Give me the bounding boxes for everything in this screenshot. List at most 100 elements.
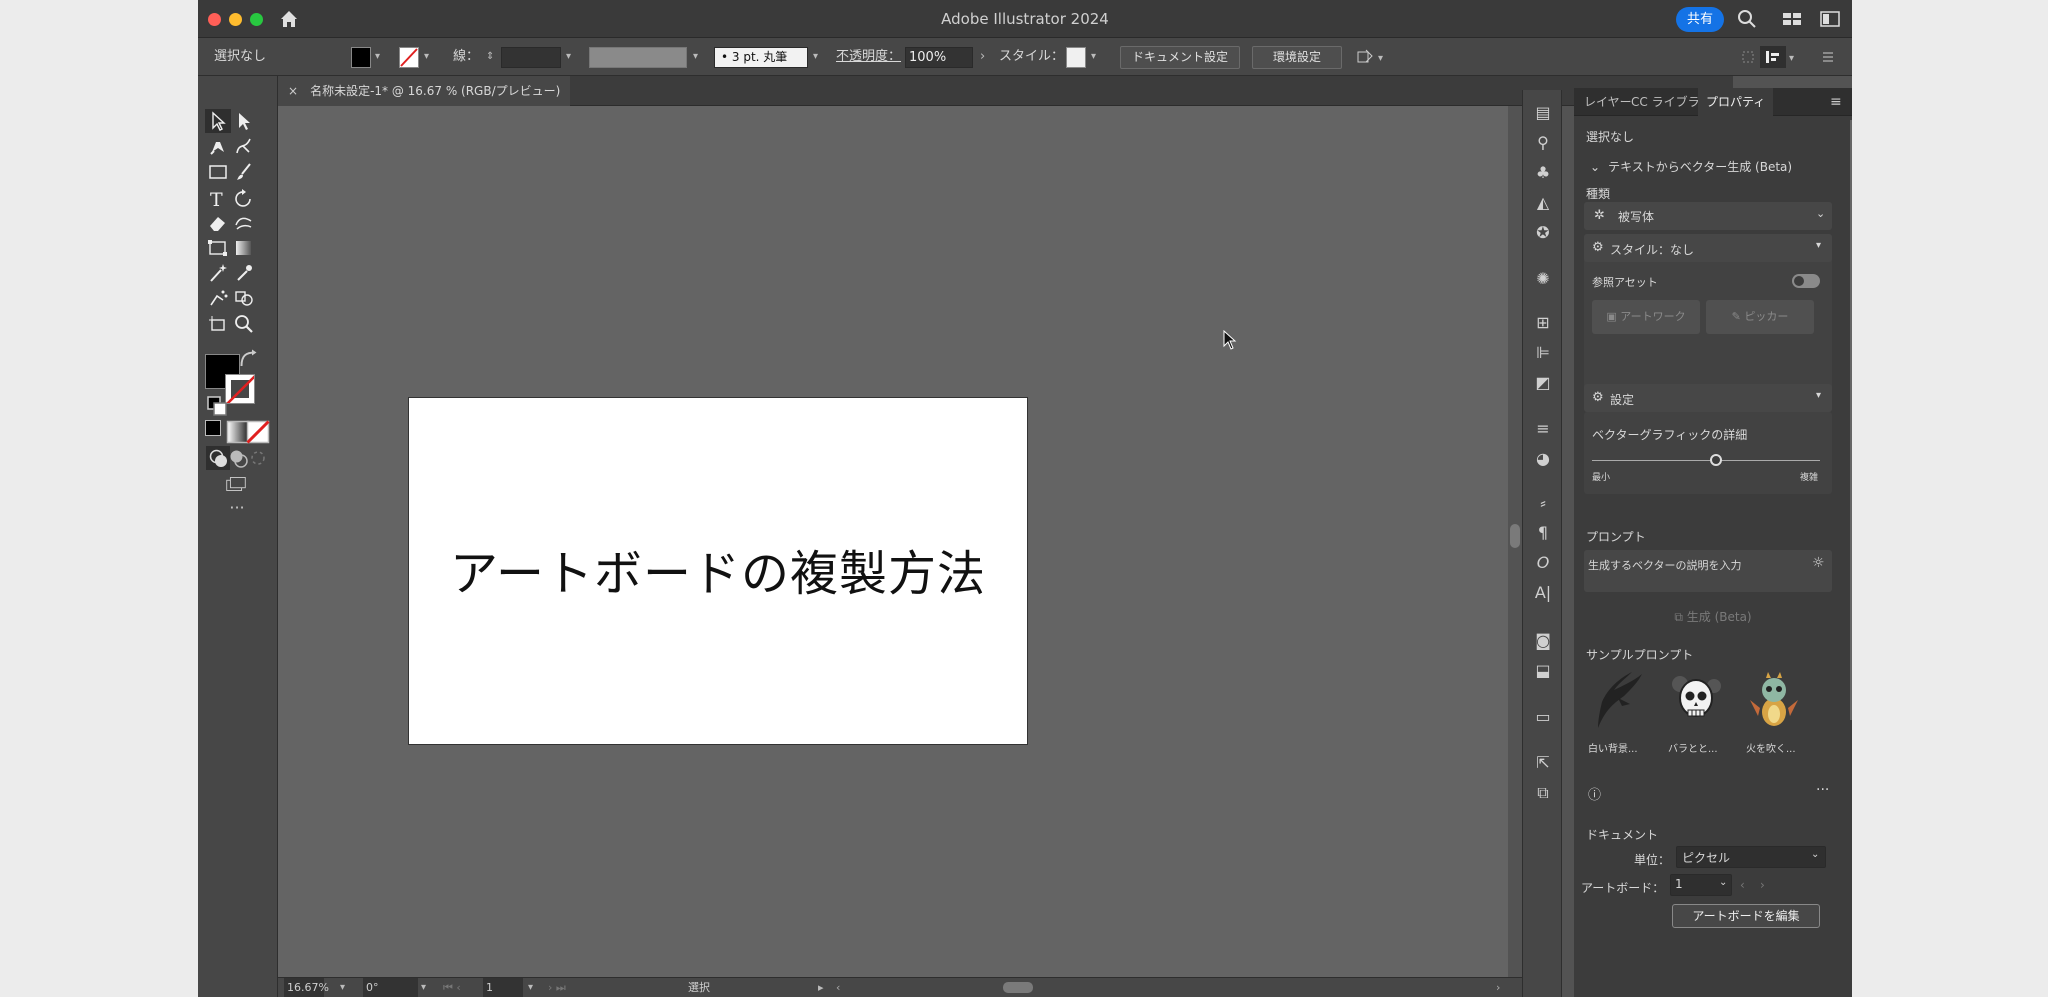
canvas[interactable]: アートボードの複製方法 [278, 106, 1508, 977]
eraser-tool-icon[interactable] [205, 211, 231, 235]
graphic-styles-icon[interactable]: ◭ [1532, 192, 1554, 214]
scrollbar-thumb[interactable] [1510, 524, 1520, 548]
chevron-down-icon[interactable]: ▾ [528, 978, 533, 997]
artboards-panel-icon[interactable]: ⧉ [1532, 782, 1554, 804]
artboard-text[interactable]: アートボードの複製方法 [409, 534, 1027, 604]
more-options-icon[interactable]: ··· [1816, 782, 1829, 798]
export-icon[interactable]: ⇱ [1532, 752, 1554, 774]
paragraph-icon[interactable]: ¶ [1532, 522, 1554, 544]
canvas-vertical-scrollbar[interactable] [1508, 106, 1522, 977]
draw-behind-icon[interactable] [225, 446, 248, 468]
brushes-icon[interactable]: ⸗ [1532, 492, 1554, 514]
symbol-sprayer-tool-icon[interactable] [205, 286, 231, 310]
gradient-tool-icon[interactable] [231, 236, 257, 260]
color-mode-icon[interactable] [205, 420, 221, 436]
artboard-dropdown[interactable]: 1 ⌄ [1670, 874, 1732, 896]
last-artboard-icon[interactable]: › ⏭ [548, 978, 566, 997]
magic-wand-tool-icon[interactable] [205, 261, 231, 285]
appearance-icon[interactable]: ✺ [1532, 268, 1554, 290]
prompt-input[interactable]: 生成するベクターの説明を入力 ☼ [1584, 550, 1832, 592]
panel-layout-icon[interactable] [1819, 9, 1841, 29]
rotation-field[interactable]: 0° [363, 978, 418, 997]
rectangle-tool-icon[interactable] [205, 160, 231, 184]
selection-tool-icon[interactable] [205, 109, 231, 133]
stroke-stepper-icon[interactable]: ⇕ [486, 38, 494, 76]
units-dropdown[interactable]: ピクセル ⌄ [1676, 846, 1826, 868]
artboard[interactable]: アートボードの複製方法 [408, 397, 1028, 745]
align-panel-icon[interactable]: ⊫ [1532, 342, 1554, 364]
share-button[interactable]: 共有 [1676, 7, 1724, 32]
draw-inside-icon[interactable] [245, 446, 265, 465]
direct-selection-tool-icon[interactable] [231, 109, 257, 133]
chevron-down-icon[interactable]: ▾ [340, 978, 345, 997]
symbols-icon[interactable]: ♣ [1532, 162, 1554, 184]
document-tab[interactable]: × 名称未設定-1* @ 16.67 % (RGB/プレビュー) [278, 76, 570, 106]
eyedropper-tool-icon[interactable] [231, 261, 257, 285]
panel-scrollbar[interactable] [1850, 120, 1852, 720]
artwork-button[interactable]: ▣ アートワーク [1592, 300, 1700, 334]
default-colors-icon[interactable] [204, 394, 227, 416]
style-header[interactable]: ⚙ スタイル：なし ▾ [1584, 234, 1832, 262]
chevron-down-icon[interactable]: ▾ [375, 38, 380, 76]
tab-properties[interactable]: プロパティ [1698, 88, 1774, 116]
none-mode-icon[interactable] [245, 420, 270, 444]
arrange-documents-icon[interactable]: ▾ [1356, 38, 1390, 76]
info-icon[interactable]: ⓘ [1588, 784, 1601, 803]
graphic-style-swatch[interactable] [1066, 47, 1086, 68]
rotate-tool-icon[interactable] [231, 186, 257, 210]
next-artboard-icon[interactable]: › [1760, 878, 1765, 892]
detail-slider-track[interactable] [1592, 460, 1820, 461]
detail-slider-knob[interactable] [1710, 454, 1723, 466]
preferences-button[interactable]: 環境設定 [1252, 46, 1342, 69]
settings-header[interactable]: ⚙ 設定 ▾ [1584, 384, 1832, 412]
chevron-down-icon[interactable]: ▾ [421, 978, 426, 997]
edit-toolbar-icon[interactable]: ··· [223, 500, 251, 522]
opacity-label[interactable]: 不透明度： [836, 38, 901, 76]
links-icon[interactable]: ⬓ [1532, 660, 1554, 682]
close-tab-icon[interactable]: × [288, 84, 298, 98]
scroll-left-icon[interactable]: ‹ [836, 978, 840, 997]
panel-menu-icon[interactable]: ≡ [1830, 88, 1842, 116]
paintbrush-tool-icon[interactable] [231, 160, 257, 184]
sample-skull-image[interactable] [1668, 668, 1724, 732]
stroke-weight-field[interactable] [501, 47, 561, 68]
gradient-mode-icon[interactable] [225, 420, 250, 444]
first-artboard-icon[interactable]: ⏮ ‹ [443, 978, 461, 997]
color-palette-icon[interactable]: ✪ [1532, 222, 1554, 244]
fill-color-swatch[interactable] [351, 47, 371, 68]
zoom-level-field[interactable]: 16.67% [284, 978, 329, 997]
variable-width-profile[interactable] [589, 47, 687, 68]
prev-artboard-icon[interactable]: ‹ [1740, 878, 1745, 892]
gradient-panel-icon[interactable]: ▭ [1532, 706, 1554, 728]
free-transform-tool-icon[interactable] [205, 236, 231, 260]
tab-layers[interactable]: レイヤー [1584, 88, 1632, 116]
draw-normal-icon[interactable] [205, 446, 230, 470]
transparency-icon[interactable]: ◕ [1532, 448, 1554, 470]
control-bar-menu-icon[interactable] [1820, 38, 1836, 76]
picker-button[interactable]: ✎ ピッカー [1706, 300, 1814, 334]
chevron-down-icon[interactable]: ▾ [693, 38, 698, 76]
puppet-warp-icon[interactable]: ⚲ [1532, 132, 1554, 154]
pathfinder-icon[interactable]: ◩ [1532, 372, 1554, 394]
search-icon[interactable] [1736, 9, 1758, 29]
shape-builder-tool-icon[interactable] [231, 286, 257, 310]
chevron-down-icon[interactable]: ▾ [1091, 38, 1096, 76]
opacity-field[interactable]: 100% [905, 47, 973, 68]
horizontal-scrollbar-thumb[interactable] [1003, 982, 1033, 993]
properties-icon[interactable]: ▤ [1532, 102, 1554, 124]
sample-dragon-image[interactable] [1746, 668, 1802, 732]
generate-button[interactable]: ⧉ 生成 (Beta) [1574, 608, 1852, 625]
type-dropdown[interactable]: ✲ 被写体 ⌄ [1584, 202, 1832, 230]
sample-bird-image[interactable] [1588, 668, 1644, 732]
stroke-color-swatch[interactable] [399, 47, 419, 68]
pen-tool-icon[interactable] [205, 134, 231, 158]
opentype-icon[interactable]: O [1532, 552, 1554, 574]
artboard-number-field[interactable]: 1 [483, 978, 523, 997]
warp-tool-icon[interactable] [231, 211, 257, 235]
align-icon[interactable]: ▾ [1760, 38, 1800, 76]
character-icon[interactable]: A| [1532, 582, 1554, 604]
curvature-tool-icon[interactable] [231, 134, 257, 158]
chevron-right-icon[interactable]: › [980, 38, 985, 76]
scroll-right-icon[interactable]: › [1496, 978, 1500, 997]
chevron-down-icon[interactable]: ▾ [813, 38, 818, 76]
